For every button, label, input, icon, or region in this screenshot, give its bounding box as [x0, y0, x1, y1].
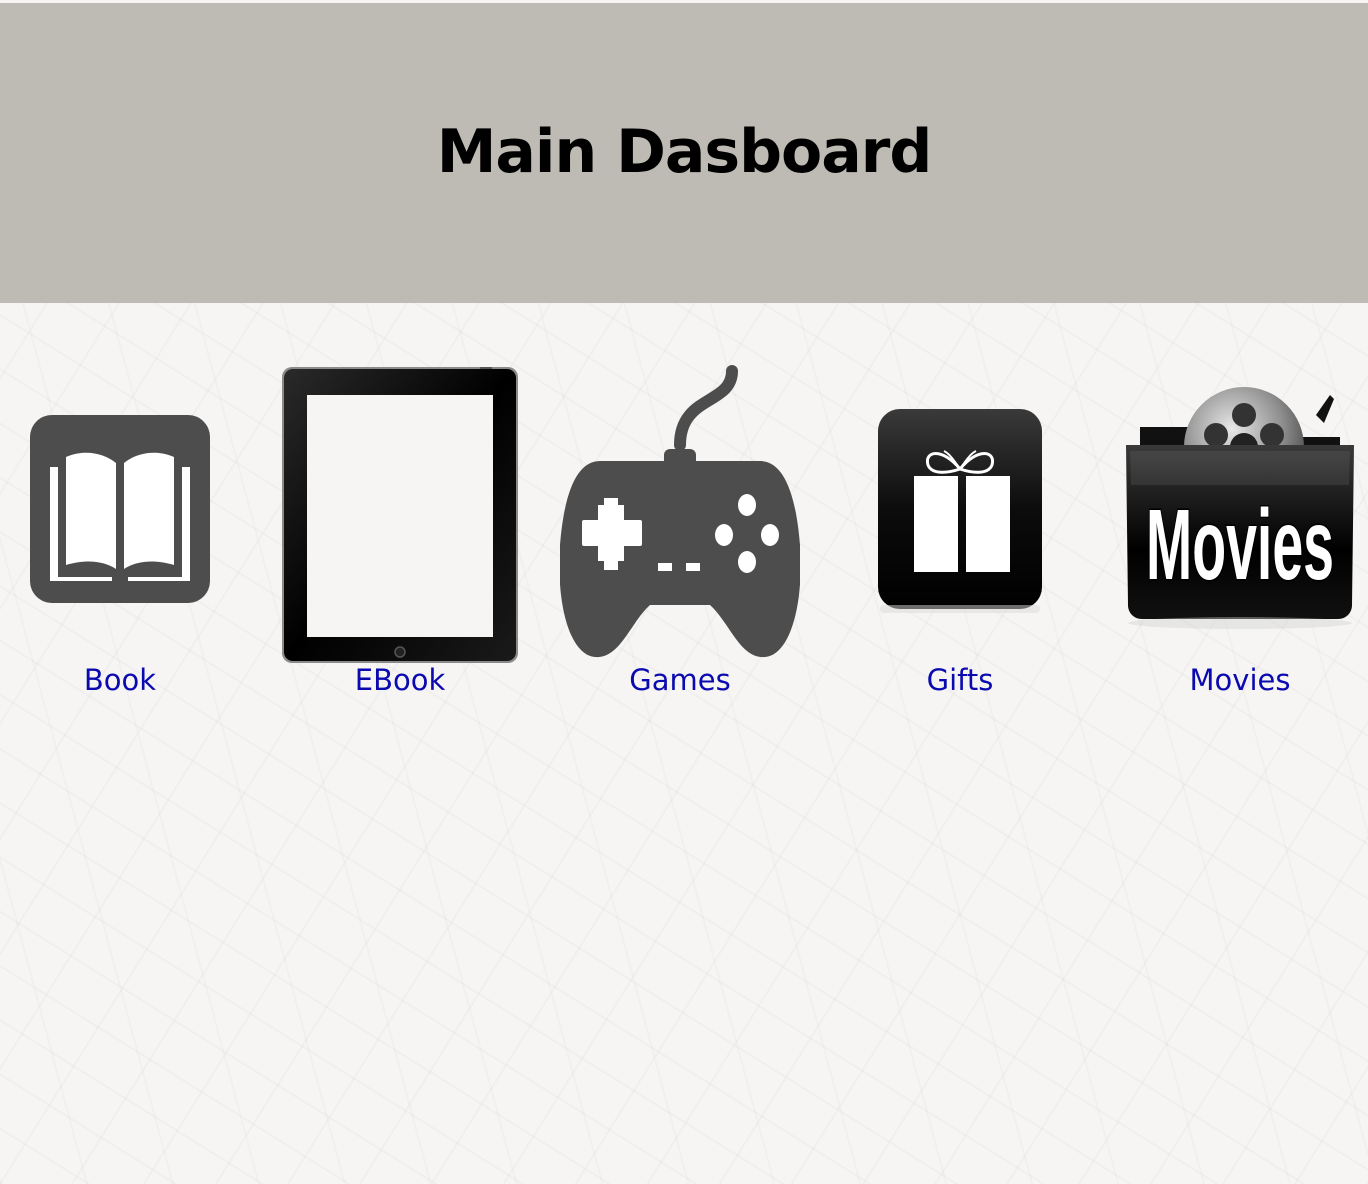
movies-tile[interactable]: Movies Movies: [1120, 365, 1360, 705]
dashboard-tiles: Book EBook Games Gifts Movies Movies: [0, 365, 1368, 705]
ebook-label: EBook: [354, 663, 446, 697]
open-book-icon: [0, 365, 240, 665]
movie-reel-icon: Movies: [1120, 365, 1360, 665]
tablet-icon: [280, 365, 520, 665]
page-header: Main Dasboard: [0, 3, 1368, 303]
games-tile[interactable]: Games: [560, 365, 800, 705]
page-title: Main Dasboard: [436, 117, 933, 187]
gifts-tile[interactable]: Gifts: [840, 365, 1080, 705]
gift-icon: [840, 365, 1080, 665]
games-label: Games: [629, 663, 731, 697]
svg-text:Movies: Movies: [1146, 489, 1334, 601]
gamepad-icon: [560, 365, 800, 665]
ebook-tile[interactable]: EBook: [280, 365, 520, 705]
gifts-label: Gifts: [926, 663, 994, 697]
movies-label: Movies: [1189, 663, 1291, 697]
book-tile[interactable]: Book: [0, 365, 240, 705]
book-label: Book: [83, 663, 157, 697]
